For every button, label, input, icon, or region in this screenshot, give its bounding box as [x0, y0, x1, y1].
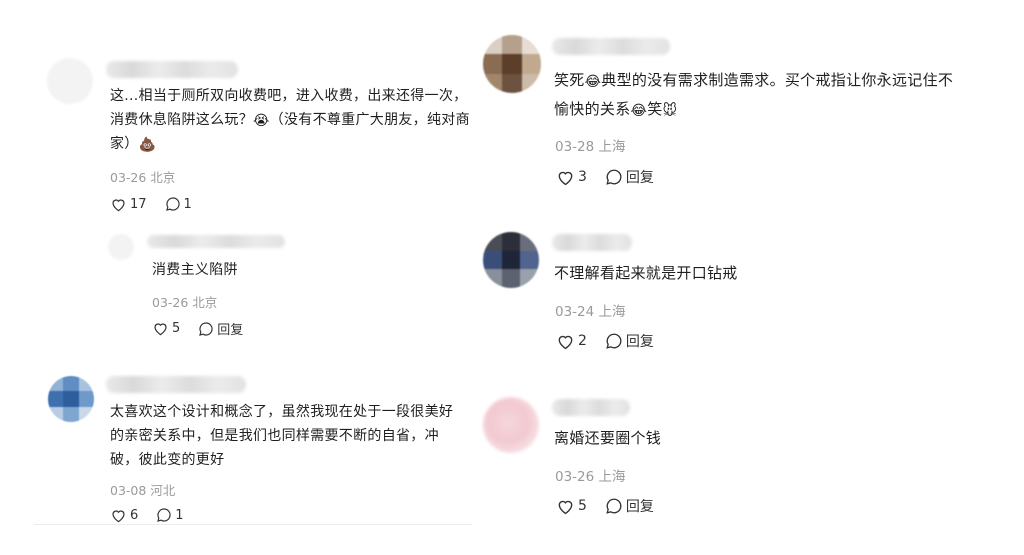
comment-text: 不理解看起来就是开口钻戒 [554, 264, 738, 282]
like-button[interactable]: 5 [556, 498, 587, 515]
reply-label: 回复 [217, 323, 244, 338]
username-blurred[interactable] [106, 376, 246, 393]
reply-button[interactable]: 回复 [605, 331, 654, 351]
comment-actions: 3 回复 [556, 167, 672, 187]
avatar[interactable] [483, 35, 541, 93]
comment-date-location: 03-26 北京 [110, 170, 176, 185]
comment-item: 太喜欢这个设计和概念了，虽然我现在处于一段很美好的亲密关系中，但是我们也同样需要… [0, 360, 480, 530]
reply-item: 消费主义陷阱 03-26 北京 5 回复 [0, 230, 480, 350]
heart-outline-icon [558, 500, 573, 514]
comment-date-location: 03-08 河北 [110, 483, 176, 498]
reply-button[interactable]: 回复 [605, 167, 654, 187]
reply-button[interactable]: 回复 [605, 496, 654, 516]
heart-outline-icon [112, 509, 125, 522]
like-count: 2 [578, 333, 587, 349]
heart-outline-icon [112, 198, 125, 211]
divider [34, 524, 472, 525]
reply-count: 1 [183, 196, 192, 212]
like-button[interactable]: 17 [110, 197, 147, 212]
reply-button[interactable]: 1 [165, 196, 192, 212]
comment-actions: 17 1 [110, 196, 210, 212]
reply-label: 回复 [625, 334, 654, 350]
comment-date-location: 03-28 上海 [555, 139, 626, 155]
comment-item: 离婚还要圈个钱 03-26 上海 5 回复 [480, 385, 1024, 535]
reply-label: 回复 [625, 499, 654, 515]
comment-text: 离婚还要圈个钱 [554, 429, 662, 447]
comment-text: 消费主义陷阱 [152, 262, 238, 278]
comment-item: 笑死😂典型的没有需求制造需求。买个戒指让你永远记住不愉快的关系😂笑🐭 03-28… [480, 0, 1024, 200]
reply-count: 1 [175, 507, 184, 523]
username-blurred[interactable] [147, 235, 285, 248]
mouse-face-icon: 🐭 [662, 103, 678, 119]
comment-actions: 6 1 [110, 507, 202, 523]
username-blurred[interactable] [552, 399, 630, 416]
speech-bubble-outline-icon [165, 197, 180, 211]
comment-text-part: 典型的没有需求制造需求。买个戒指让你永远记住不愉快的关系 [554, 71, 954, 118]
like-count: 5 [578, 498, 587, 514]
poop-icon: 💩 [138, 137, 157, 153]
like-button[interactable]: 3 [556, 169, 587, 186]
speech-bubble-outline-icon [606, 333, 622, 349]
comment-item: 这...相当于厕所双向收费吧，进入收费，出来还得一次，消费休息陷阱这么玩？😭（没… [0, 0, 480, 230]
left-comment-column: 这...相当于厕所双向收费吧，进入收费，出来还得一次，消费休息陷阱这么玩？😭（没… [0, 0, 480, 555]
like-count: 5 [172, 321, 181, 336]
crying-face-icon: 😭 [253, 113, 270, 129]
heart-outline-icon [558, 171, 573, 185]
like-count: 17 [130, 196, 147, 212]
reply-label: 回复 [625, 170, 654, 186]
like-button[interactable]: 6 [110, 508, 138, 523]
reply-button[interactable]: 回复 [198, 319, 243, 338]
like-count: 3 [578, 169, 587, 185]
speech-bubble-outline-icon [606, 169, 622, 185]
speech-bubble-outline-icon [606, 498, 622, 514]
comment-text: 太喜欢这个设计和概念了，虽然我现在处于一段很美好的亲密关系中，但是我们也同样需要… [110, 404, 454, 468]
comment-text-part: 笑 [647, 100, 663, 118]
avatar[interactable] [48, 376, 94, 422]
username-blurred[interactable] [552, 234, 632, 251]
comment-date-location: 03-26 北京 [152, 295, 218, 310]
comment-actions: 5 回复 [556, 496, 672, 516]
comment-actions: 2 回复 [556, 331, 672, 351]
comment-date-location: 03-24 上海 [555, 304, 626, 320]
speech-bubble-outline-icon [157, 508, 171, 522]
comment-text: 笑死😂典型的没有需求制造需求。买个戒指让你永远记住不愉快的关系😂笑🐭 [554, 66, 954, 124]
comment-date-location: 03-26 上海 [555, 469, 626, 485]
laughing-face-icon: 😂 [584, 74, 602, 90]
speech-bubble-outline-icon [199, 321, 213, 336]
like-button[interactable]: 5 [152, 321, 180, 336]
like-count: 6 [130, 507, 139, 523]
reply-button[interactable]: 1 [156, 507, 184, 523]
heart-outline-icon [558, 335, 573, 349]
comment-actions: 5 回复 [152, 319, 261, 338]
avatar[interactable] [483, 397, 539, 453]
username-blurred[interactable] [552, 38, 670, 55]
username-blurred[interactable] [106, 61, 238, 78]
avatar[interactable] [47, 58, 93, 104]
right-comment-column: 笑死😂典型的没有需求制造需求。买个戒指让你永远记住不愉快的关系😂笑🐭 03-28… [480, 0, 1024, 555]
comment-text-part: 笑死 [554, 71, 585, 89]
like-button[interactable]: 2 [556, 333, 587, 350]
laughing-face-icon: 😂 [630, 103, 648, 119]
avatar[interactable] [108, 234, 134, 260]
comment-text: 这...相当于厕所双向收费吧，进入收费，出来还得一次，消费休息陷阱这么玩？😭（没… [110, 84, 470, 156]
avatar[interactable] [483, 232, 539, 288]
heart-outline-icon [154, 323, 167, 336]
comment-item: 不理解看起来就是开口钻戒 03-24 上海 2 回复 [480, 220, 1024, 370]
